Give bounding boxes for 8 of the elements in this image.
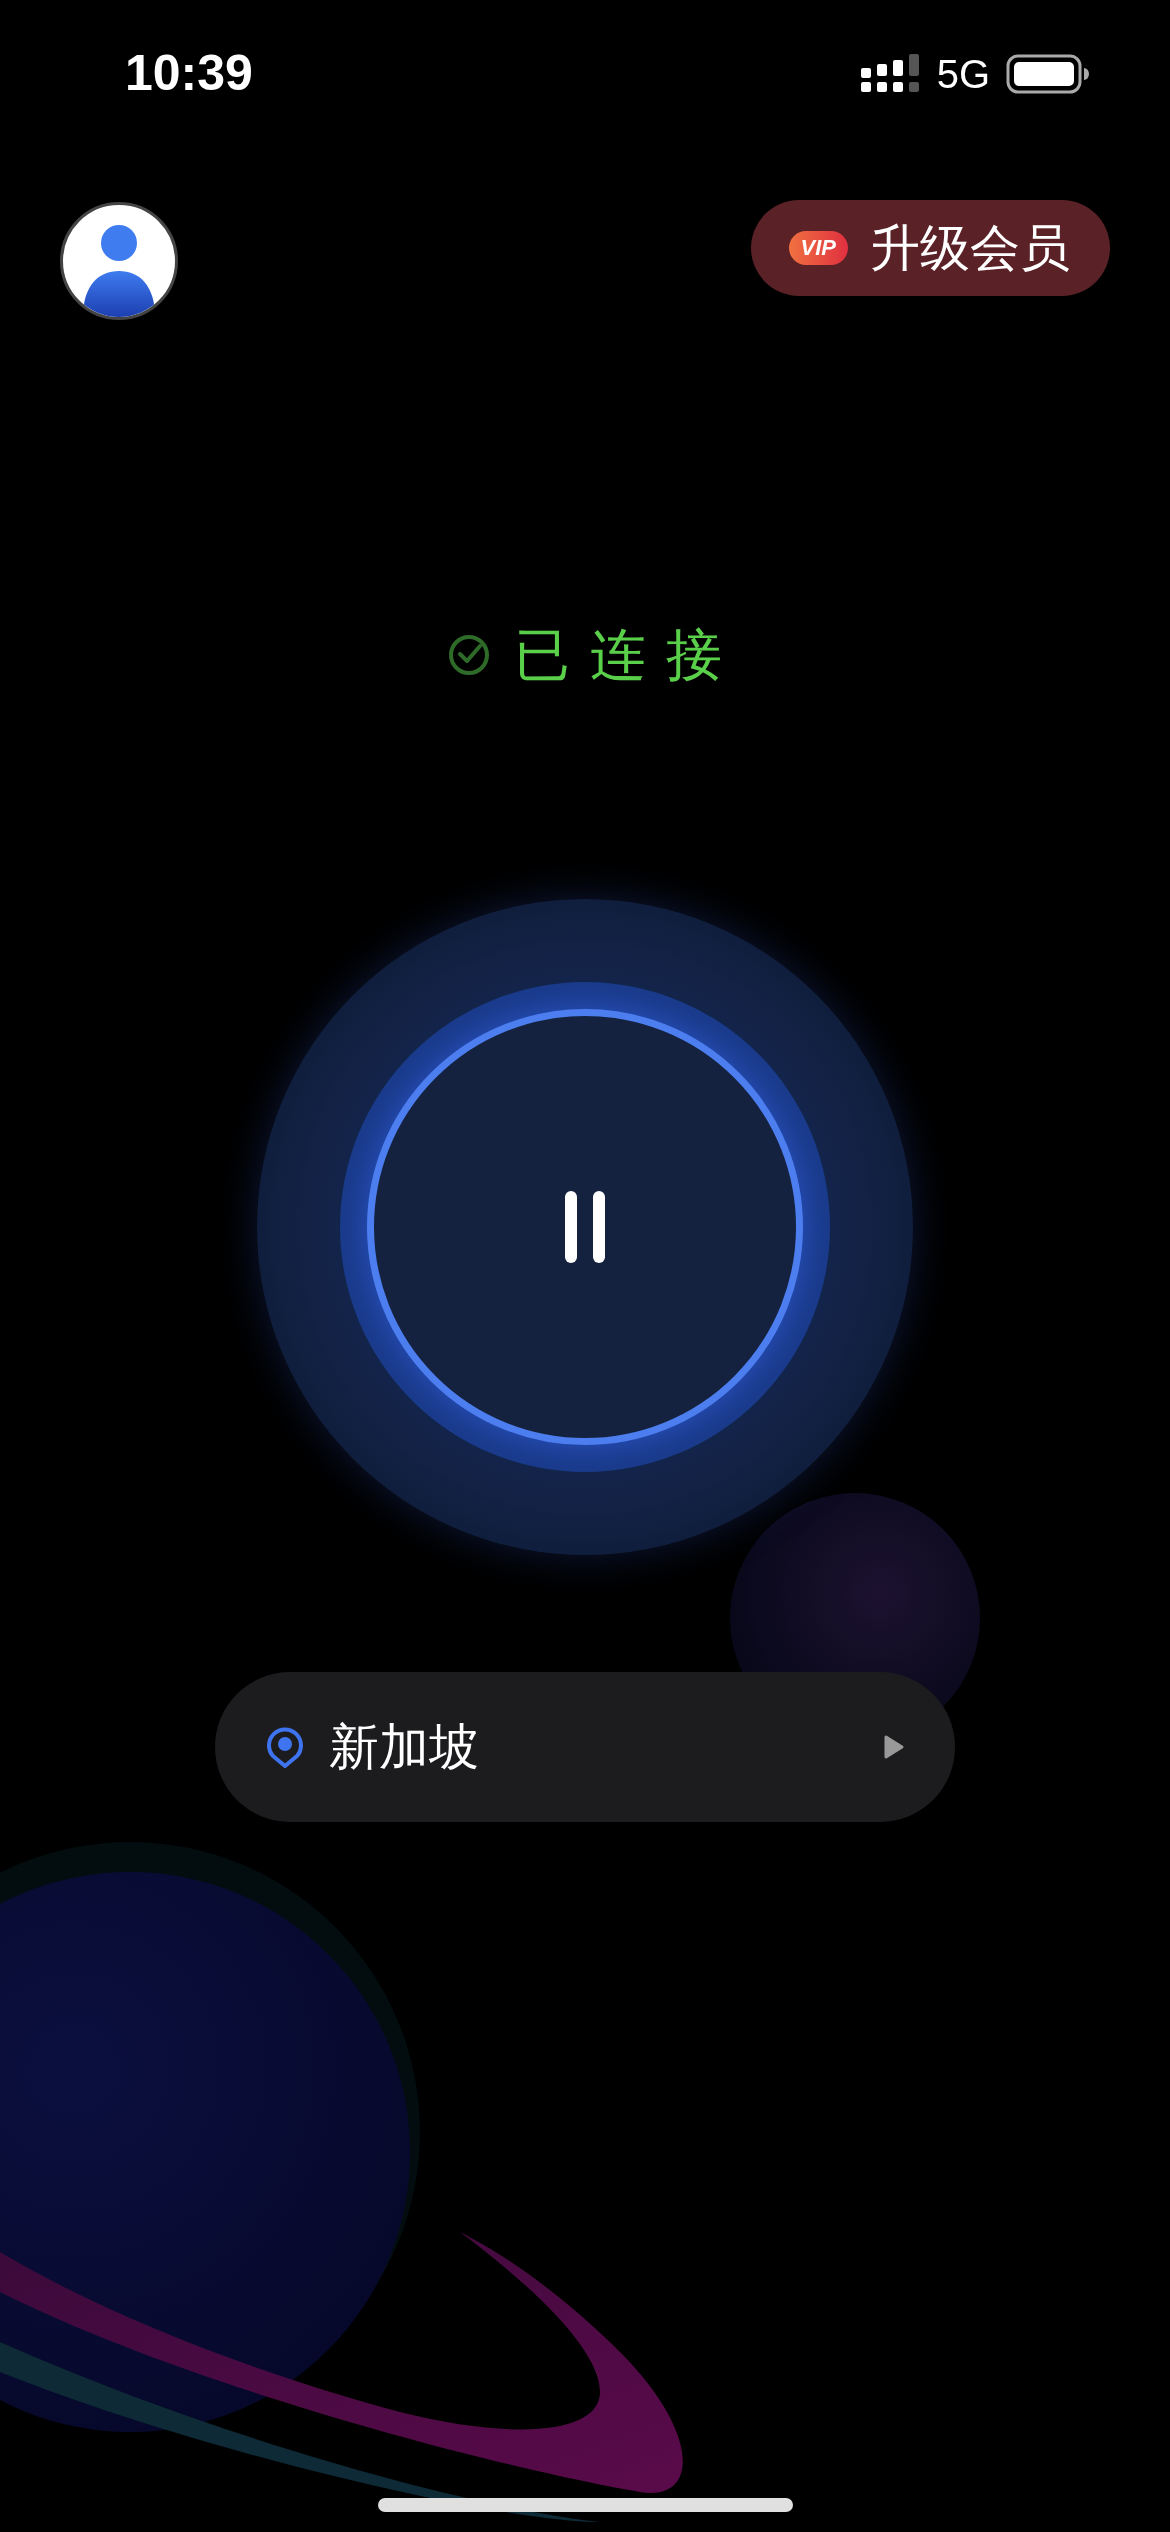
upgrade-membership-button[interactable]: VIP 升级会员	[750, 200, 1110, 296]
network-label: 5G	[936, 54, 990, 94]
vip-badge: VIP	[788, 231, 848, 265]
upgrade-label: 升级会员	[870, 218, 1070, 278]
location-name: 新加坡	[329, 1717, 479, 1777]
connection-status: 已连接	[514, 627, 742, 683]
location-selector[interactable]: 新加坡	[215, 1672, 955, 1822]
status-time: 10:39	[125, 48, 253, 98]
